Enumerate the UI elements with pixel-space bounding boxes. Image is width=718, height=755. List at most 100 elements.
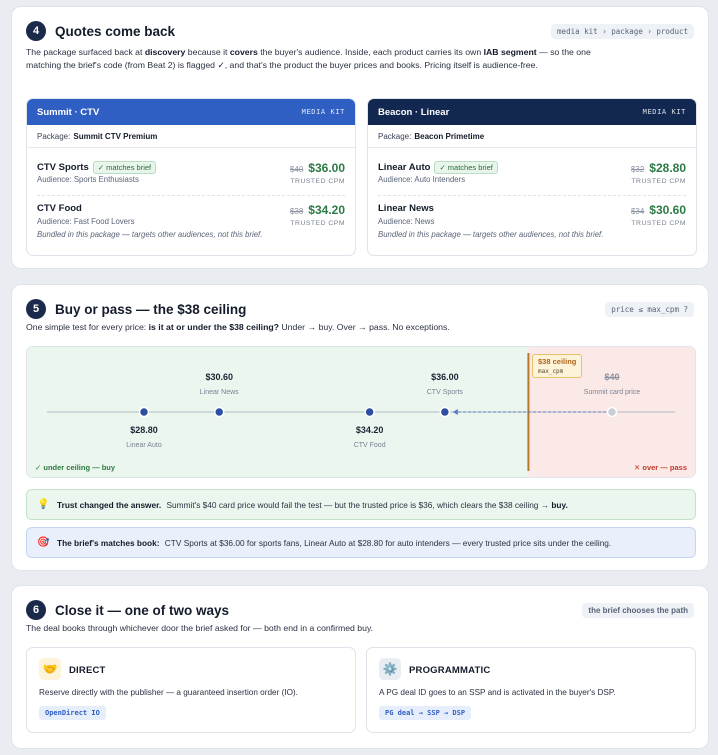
gear-icon: ⚙️ — [379, 658, 401, 680]
kit-tag: MEDIA KIT — [642, 108, 686, 116]
ceiling-chart-svg — [27, 347, 695, 477]
kit-name: Summit · CTV — [37, 106, 100, 118]
ceiling-code: max_cpm — [538, 368, 564, 375]
option-description: A PG deal ID goes to an SSP and is activ… — [379, 688, 616, 697]
section-tag: the brief chooses the path — [582, 602, 694, 618]
trusted-price-point — [364, 406, 375, 418]
kit-tag: MEDIA KIT — [301, 108, 345, 116]
trusted-cpm-caption: TRUSTED CPM — [631, 178, 686, 185]
product-row: Linear News Audience: News Bundled in th… — [378, 198, 686, 244]
point-value-label: $40 — [604, 372, 620, 382]
kit-header: Summit · CTV MEDIA KIT — [27, 99, 355, 125]
product-row: CTV Sports ✓ matches brief Audience: Spor… — [37, 156, 345, 196]
trusted-cpm-caption: TRUSTED CPM — [290, 178, 345, 185]
lightbulb-icon: 💡 — [37, 499, 50, 510]
section-close: 6 Close it — one of two ways the brief c… — [11, 585, 709, 749]
option-title: DIRECT — [69, 665, 106, 676]
card-price-point — [606, 406, 618, 418]
point-name-label: Linear News — [199, 389, 239, 396]
point-name-label: Linear Auto — [126, 442, 162, 449]
card-price: $34 — [630, 207, 645, 216]
desc-emphasis: is it at or under the $38 ceiling? — [148, 322, 279, 332]
card-price: $32 — [630, 165, 645, 174]
desc-text: , and that's the product the buyer price… — [224, 60, 538, 70]
note-title: The brief's matches book: — [57, 537, 160, 548]
package-label: Package: — [378, 131, 412, 141]
ceiling-badge: $38 ceiling max_cpm — [532, 354, 583, 378]
under-ceiling-label: ✓ under ceiling — buy — [35, 463, 116, 472]
section-header: 4 Quotes come back media kit › package ›… — [26, 21, 694, 41]
point-name-label: Summit card price — [583, 389, 641, 396]
product-name: Linear Auto — [378, 162, 431, 173]
point-name-label: CTV Sports — [426, 389, 463, 396]
product-name: CTV Food — [37, 203, 82, 214]
step-number: 6 — [26, 600, 46, 620]
trusted-cpm-caption: TRUSTED CPM — [631, 220, 686, 227]
section-title: Quotes come back — [55, 23, 176, 39]
desc-text: The deal books through whichever door th… — [26, 623, 374, 633]
trusted-price: $34.20 — [308, 203, 345, 217]
option-title: PROGRAMMATIC — [409, 665, 491, 676]
section-description: One simple test for every price: is it a… — [26, 321, 614, 334]
product-audience: Audience: News — [378, 217, 435, 226]
section-title: Buy or pass — the $38 ceiling — [55, 301, 247, 317]
matches-brief-badge: ✓ matches brief — [92, 161, 157, 174]
note-text: Summit's $40 card price would fail the t… — [166, 499, 550, 510]
trusted-price: $36.00 — [308, 161, 345, 175]
section-header: 5 Buy or pass — the $38 ceiling price ≤ … — [26, 299, 694, 319]
point-value-label: $36.00 — [431, 372, 459, 382]
trusted-price-point — [138, 406, 150, 418]
matches-brief-badge: ✓ matches brief — [434, 161, 498, 174]
point-value-label: $30.60 — [205, 372, 233, 382]
desc-text: Under → buy. Over → pass. No exceptions. — [278, 322, 450, 332]
target-icon: 🎯 — [37, 537, 50, 548]
trusted-price-point — [439, 406, 451, 418]
section-tag: price ≤ max_cpm ? — [605, 301, 694, 317]
point-value-label: $28.80 — [130, 425, 158, 435]
package-name: Beacon Primetime — [414, 131, 485, 141]
trusted-cpm-caption: TRUSTED CPM — [290, 220, 345, 227]
kit-header: Beacon · Linear MEDIA KIT — [368, 99, 696, 125]
option-programmatic[interactable]: ⚙️ PROGRAMMATIC A PG deal ID goes to an … — [366, 647, 696, 733]
note-text: CTV Sports at $36.00 for sports fans, Li… — [164, 537, 612, 548]
trusted-price: $28.80 — [649, 161, 686, 175]
media-kit-card: Beacon · Linear MEDIA KIT Package: Beaco… — [367, 98, 697, 256]
section-buy-or-pass: 5 Buy or pass — the $38 ceiling price ≤ … — [11, 284, 709, 571]
point-value-label: $34.20 — [355, 425, 384, 435]
desc-emphasis: covers — [229, 47, 258, 57]
handshake-icon: 🤝 — [39, 658, 61, 680]
section-description: The package surfaced back at discovery b… — [26, 46, 614, 72]
option-chip: PG deal → SSP → DSP — [379, 706, 472, 720]
card-price: $40 — [289, 165, 304, 174]
note-tail: buy. — [551, 499, 568, 510]
note-title: Trust changed the answer. — [57, 499, 162, 510]
product-note: Bundled in this package — targets other … — [378, 230, 604, 239]
product-name: Linear News — [378, 203, 434, 214]
product-row: CTV Food Audience: Fast Food Lovers Bund… — [37, 198, 345, 244]
product-audience: Audience: Auto Intenders — [378, 175, 466, 184]
ceiling-title: $38 ceiling — [538, 357, 577, 366]
section-header: 6 Close it — one of two ways the brief c… — [26, 600, 694, 620]
trusted-price-point — [213, 406, 225, 418]
matches-note: 🎯 The brief's matches book: CTV Sports a… — [26, 527, 696, 558]
section-description: The deal books through whichever door th… — [26, 622, 614, 635]
product-audience: Audience: Fast Food Lovers — [37, 217, 135, 226]
product-name: CTV Sports — [37, 162, 89, 173]
section-title: Close it — one of two ways — [55, 602, 230, 618]
ceiling-chart: ✓ under ceiling — buy ✕ over — pass $38 … — [26, 346, 696, 478]
desc-text: The package surfaced back at — [26, 47, 145, 57]
option-chip: OpenDirect IO — [39, 706, 106, 720]
media-kit-card: Summit · CTV MEDIA KIT Package: Summit C… — [26, 98, 356, 256]
product-note: Bundled in this package — targets other … — [37, 230, 263, 239]
trusted-price: $30.60 — [649, 203, 686, 217]
section-quotes: 4 Quotes come back media kit › package ›… — [11, 6, 709, 269]
option-description: Reserve directly with the publisher — a … — [39, 688, 298, 697]
package-name: Summit CTV Premium — [73, 131, 158, 141]
step-number: 4 — [26, 21, 46, 41]
desc-emphasis: IAB segment — [483, 47, 537, 57]
option-direct[interactable]: 🤝 DIRECT Reserve directly with the publi… — [26, 647, 356, 733]
kit-package: Package: Summit CTV Premium — [27, 125, 355, 148]
package-label: Package: — [37, 131, 71, 141]
desc-text: One simple test for every price: — [26, 322, 149, 332]
product-row: Linear Auto ✓ matches brief Audience: Aut… — [378, 156, 686, 196]
